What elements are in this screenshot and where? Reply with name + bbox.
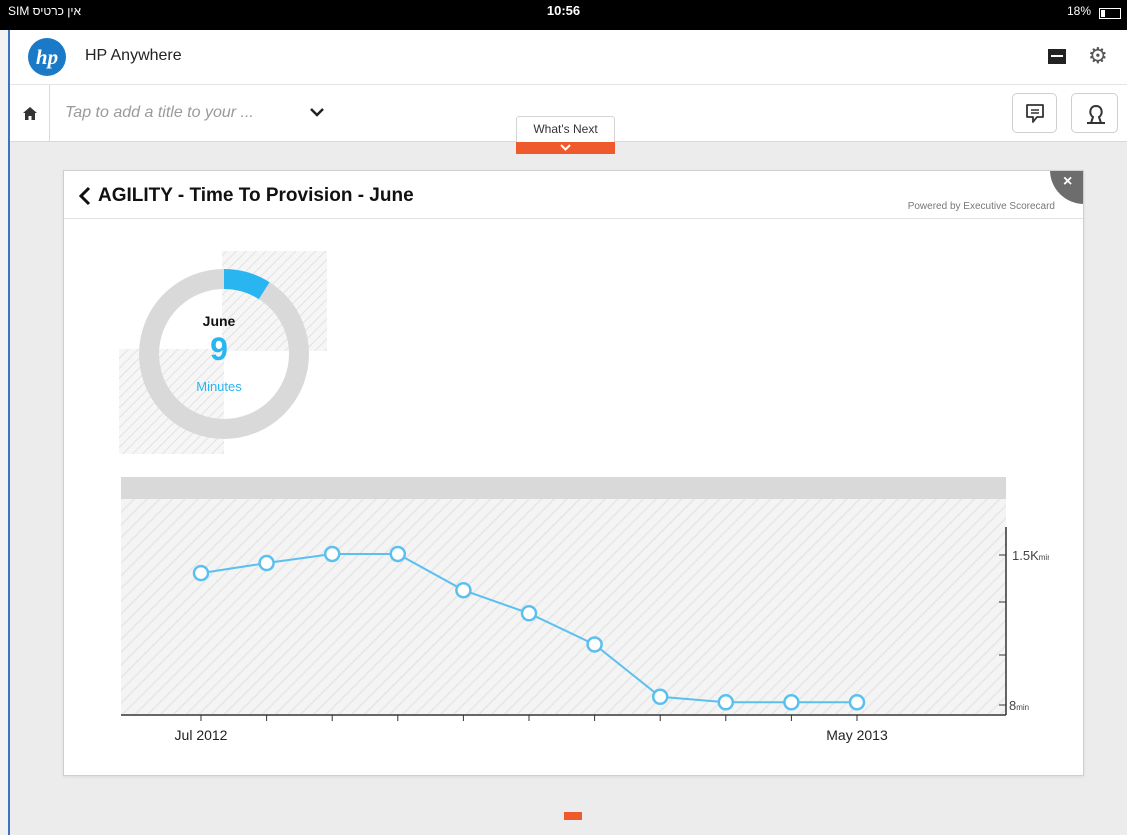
card-header: AGILITY - Time To Provision - June Power… xyxy=(64,171,1083,219)
powered-by-text: Powered by Executive Scorecard xyxy=(907,201,1055,212)
kpi-value: 9 xyxy=(210,331,228,367)
trend-chart-svg: Jul 2012 May 2013 1.5Kmin 8min xyxy=(121,477,1049,743)
chart-header-bar xyxy=(121,477,1006,499)
chevron-down-icon[interactable] xyxy=(310,103,324,123)
user-icon xyxy=(1087,104,1105,124)
clock: 10:56 xyxy=(546,3,581,18)
card-title: AGILITY - Time To Provision - June xyxy=(98,185,414,206)
page-indicator[interactable] xyxy=(564,812,582,820)
comment-icon xyxy=(1026,104,1044,123)
data-point xyxy=(651,688,669,706)
scorecard-card: AGILITY - Time To Provision - June Power… xyxy=(63,170,1084,776)
app-title: HP Anywhere xyxy=(85,47,182,64)
data-point xyxy=(192,564,210,582)
data-point xyxy=(389,545,407,563)
x-tick-label: May 2013 xyxy=(826,727,888,743)
home-icon xyxy=(23,107,37,120)
data-point xyxy=(323,545,341,563)
app-header: hp HP Anywhere ⚙ xyxy=(10,30,1127,85)
back-chevron-icon[interactable] xyxy=(78,186,92,206)
y-tick-label: 1.5Kmin xyxy=(1012,548,1049,563)
chart-plot-area xyxy=(121,499,1006,714)
left-edge xyxy=(0,30,10,835)
data-point xyxy=(520,605,538,622)
trend-chart: Jul 2012 May 2013 1.5Kmin 8min xyxy=(119,475,1049,755)
kpi-donut: June 9 Minutes xyxy=(119,249,329,454)
participants-button[interactable] xyxy=(1071,93,1118,133)
gear-icon[interactable]: ⚙ xyxy=(1088,44,1108,68)
close-button[interactable]: × xyxy=(1050,171,1083,204)
donut-value-arc xyxy=(223,269,270,300)
whats-next-label: What's Next xyxy=(516,116,615,142)
data-point xyxy=(783,694,800,711)
workspace-icon[interactable] xyxy=(1048,49,1066,64)
comments-button[interactable] xyxy=(1012,93,1057,133)
whats-next-bar xyxy=(516,142,615,154)
whats-next-tab[interactable]: What's Next xyxy=(516,116,615,154)
chevron-down-icon xyxy=(560,144,571,151)
data-point xyxy=(455,581,472,599)
battery-percent: 18% xyxy=(1066,4,1091,18)
status-bar: אין כרטיס SIM 10:56 18% xyxy=(0,0,1127,30)
y-tick-label: 8min xyxy=(1009,698,1029,713)
close-icon: × xyxy=(1063,173,1073,190)
kpi-unit: Minutes xyxy=(196,379,242,394)
kpi-month: June xyxy=(202,313,236,329)
data-point xyxy=(258,554,275,572)
x-tick-label: Jul 2012 xyxy=(175,727,228,743)
title-input[interactable] xyxy=(65,102,295,124)
battery-icon xyxy=(1099,8,1121,19)
home-button[interactable] xyxy=(10,85,50,142)
data-point xyxy=(586,636,603,653)
data-point xyxy=(717,694,735,711)
data-point xyxy=(848,694,866,711)
hp-logo: hp xyxy=(28,38,66,76)
